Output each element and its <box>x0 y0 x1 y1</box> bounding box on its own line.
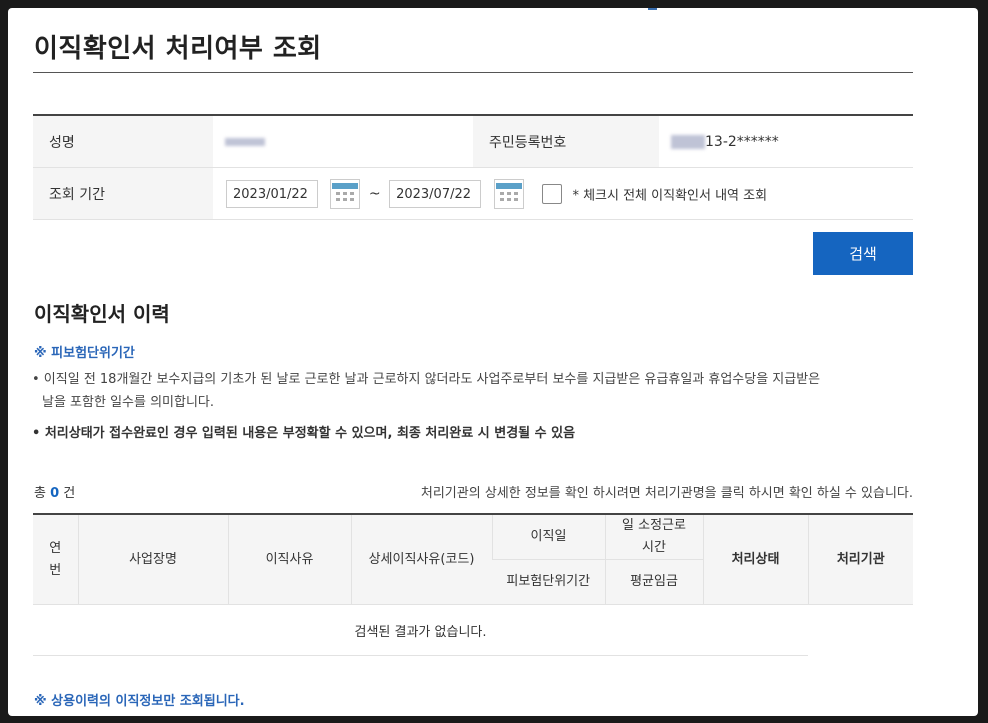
col-hours: 일 소정근로 시간 <box>604 514 703 560</box>
empty-message: 검색된 결과가 없습니다. <box>33 604 808 656</box>
count-value: 0 <box>50 486 60 501</box>
count-prefix: 총 <box>34 486 46 501</box>
col-company: 사업장명 <box>77 514 228 605</box>
top-note <box>648 8 661 11</box>
insured-period-description: • 이직일 전 18개월간 보수지급의 기초가 된 날로 근로한 날과 근로하지… <box>32 368 902 414</box>
calendar-icon-svg <box>495 182 522 201</box>
info-square-icon <box>648 8 657 10</box>
col-reason: 이직사유 <box>227 514 351 605</box>
search-button[interactable]: 검색 <box>813 232 913 275</box>
col-agency: 처리기관 <box>807 514 913 605</box>
period-controls: 2023/01/22 ~ 2023/07/22 * 체크시 전체 이직확인서 내… <box>213 167 913 220</box>
history-table: 연 번 사업장명 이직사유 상세이직사유(코드) 이직일 일 소정근로 시간 처… <box>33 513 913 656</box>
check-all-checkbox[interactable] <box>542 183 562 204</box>
col-no-line-2: 번 <box>49 562 62 578</box>
agency-help-text: 처리기관의 상세한 정보를 확인 하시려면 처리기관명을 클릭 하시면 확인 하… <box>420 486 913 501</box>
result-count: 총 0 건 <box>34 482 75 501</box>
col-leave-date: 이직일 <box>491 514 605 560</box>
description-line-2: 날을 포함한 일수를 의미합니다. <box>42 395 215 410</box>
page-title: 이직확인서 처리여부 조회 <box>34 34 322 64</box>
title-divider <box>33 72 913 73</box>
name-label: 성명 <box>33 115 213 168</box>
calendar-icon-svg <box>332 182 359 201</box>
col-hours-line-2: 시간 <box>642 540 666 555</box>
status-warning: • 처리상태가 접수완료인 경우 입력된 내용은 부정확할 수 있으며, 최종 … <box>32 426 576 441</box>
name-value <box>213 115 473 168</box>
col-no: 연 번 <box>33 514 78 605</box>
insured-period-note-heading: ※ 피보험단위기간 <box>34 346 135 361</box>
rrn-value-cell: 13-2****** <box>659 115 913 168</box>
empty-row: 검색된 결과가 없습니다. <box>33 604 913 656</box>
rrn-value: 13-2****** <box>705 133 779 150</box>
footer-note: ※ 상용이력의 이직정보만 조회됩니다. <box>34 694 245 709</box>
applicant-info-table: 성명 주민등록번호 13-2****** 조회 기간 2023/01/22 ~ … <box>33 114 913 220</box>
check-all-label: * 체크시 전체 이직확인서 내역 조회 <box>572 188 768 203</box>
period-label: 조회 기간 <box>33 167 213 220</box>
end-date-input[interactable]: 2023/07/22 <box>389 179 482 208</box>
end-calendar-icon[interactable] <box>493 178 524 209</box>
masked-rrn <box>671 134 705 149</box>
date-range-separator: ~ <box>368 185 381 202</box>
col-no-line-1: 연 <box>49 540 62 556</box>
col-avg-wage: 평균임금 <box>604 559 703 605</box>
empty-cell <box>808 605 913 656</box>
main-window: 이직확인서 처리여부 조회 성명 주민등록번호 13-2****** 조회 기간… <box>8 8 978 716</box>
history-section-title: 이직확인서 이력 <box>34 302 170 326</box>
start-date-input[interactable]: 2023/01/22 <box>226 179 318 208</box>
col-status: 처리상태 <box>702 514 808 605</box>
col-hours-line-1: 일 소정근로 <box>622 518 686 533</box>
col-detail-reason: 상세이직사유(코드) <box>350 514 492 605</box>
header-row-1: 연 번 사업장명 이직사유 상세이직사유(코드) 이직일 일 소정근로 시간 처… <box>33 514 913 605</box>
info-row-period: 조회 기간 2023/01/22 ~ 2023/07/22 * 체크시 전체 이… <box>33 167 913 220</box>
count-suffix: 건 <box>63 486 76 501</box>
col-insured-period: 피보험단위기간 <box>492 559 605 605</box>
masked-name <box>225 137 265 146</box>
info-row-name: 성명 주민등록번호 13-2****** <box>33 115 913 168</box>
description-line-1: • 이직일 전 18개월간 보수지급의 기초가 된 날로 근로한 날과 근로하지… <box>32 372 821 387</box>
start-calendar-icon[interactable] <box>330 178 361 209</box>
rrn-label: 주민등록번호 <box>473 115 659 168</box>
